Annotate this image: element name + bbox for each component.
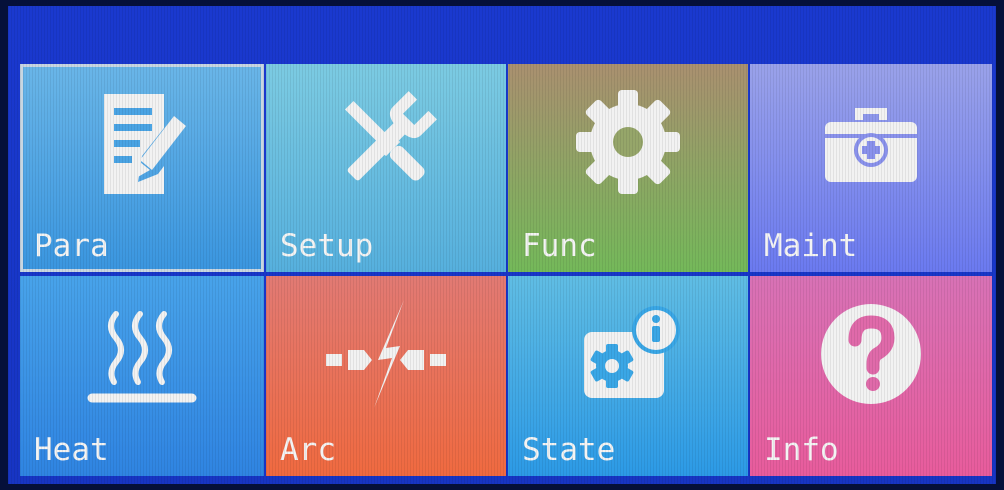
touch-screen: Para Setup Func Maint Heat Arc State Inf…	[8, 6, 996, 484]
edit-document-icon	[82, 82, 202, 202]
para-label: Para	[34, 228, 109, 264]
func-label: Func	[522, 228, 597, 264]
maint-label: Maint	[764, 228, 858, 264]
state-tile[interactable]: State	[508, 276, 748, 476]
gear-info-icon	[568, 294, 688, 414]
para-tile[interactable]: Para	[20, 64, 264, 272]
setup-tile[interactable]: Setup	[266, 64, 506, 272]
func-tile[interactable]: Func	[508, 64, 748, 272]
state-label: State	[522, 432, 616, 468]
arc-tile[interactable]: Arc	[266, 276, 506, 476]
heat-waves-icon	[82, 294, 202, 414]
setup-label: Setup	[280, 228, 374, 264]
maint-tile[interactable]: Maint	[750, 64, 992, 272]
arc-label: Arc	[280, 432, 336, 468]
first-aid-toolbox-icon	[811, 82, 931, 202]
heat-tile[interactable]: Heat	[20, 276, 264, 476]
main-menu-grid: Para Setup Func Maint Heat Arc State Inf…	[20, 64, 992, 476]
lightning-arc-icon	[326, 294, 446, 414]
info-tile[interactable]: Info	[750, 276, 992, 476]
question-mark-icon	[811, 294, 931, 414]
info-label: Info	[764, 432, 839, 468]
wrench-screwdriver-icon	[326, 82, 446, 202]
heat-label: Heat	[34, 432, 109, 468]
gear-icon	[568, 82, 688, 202]
